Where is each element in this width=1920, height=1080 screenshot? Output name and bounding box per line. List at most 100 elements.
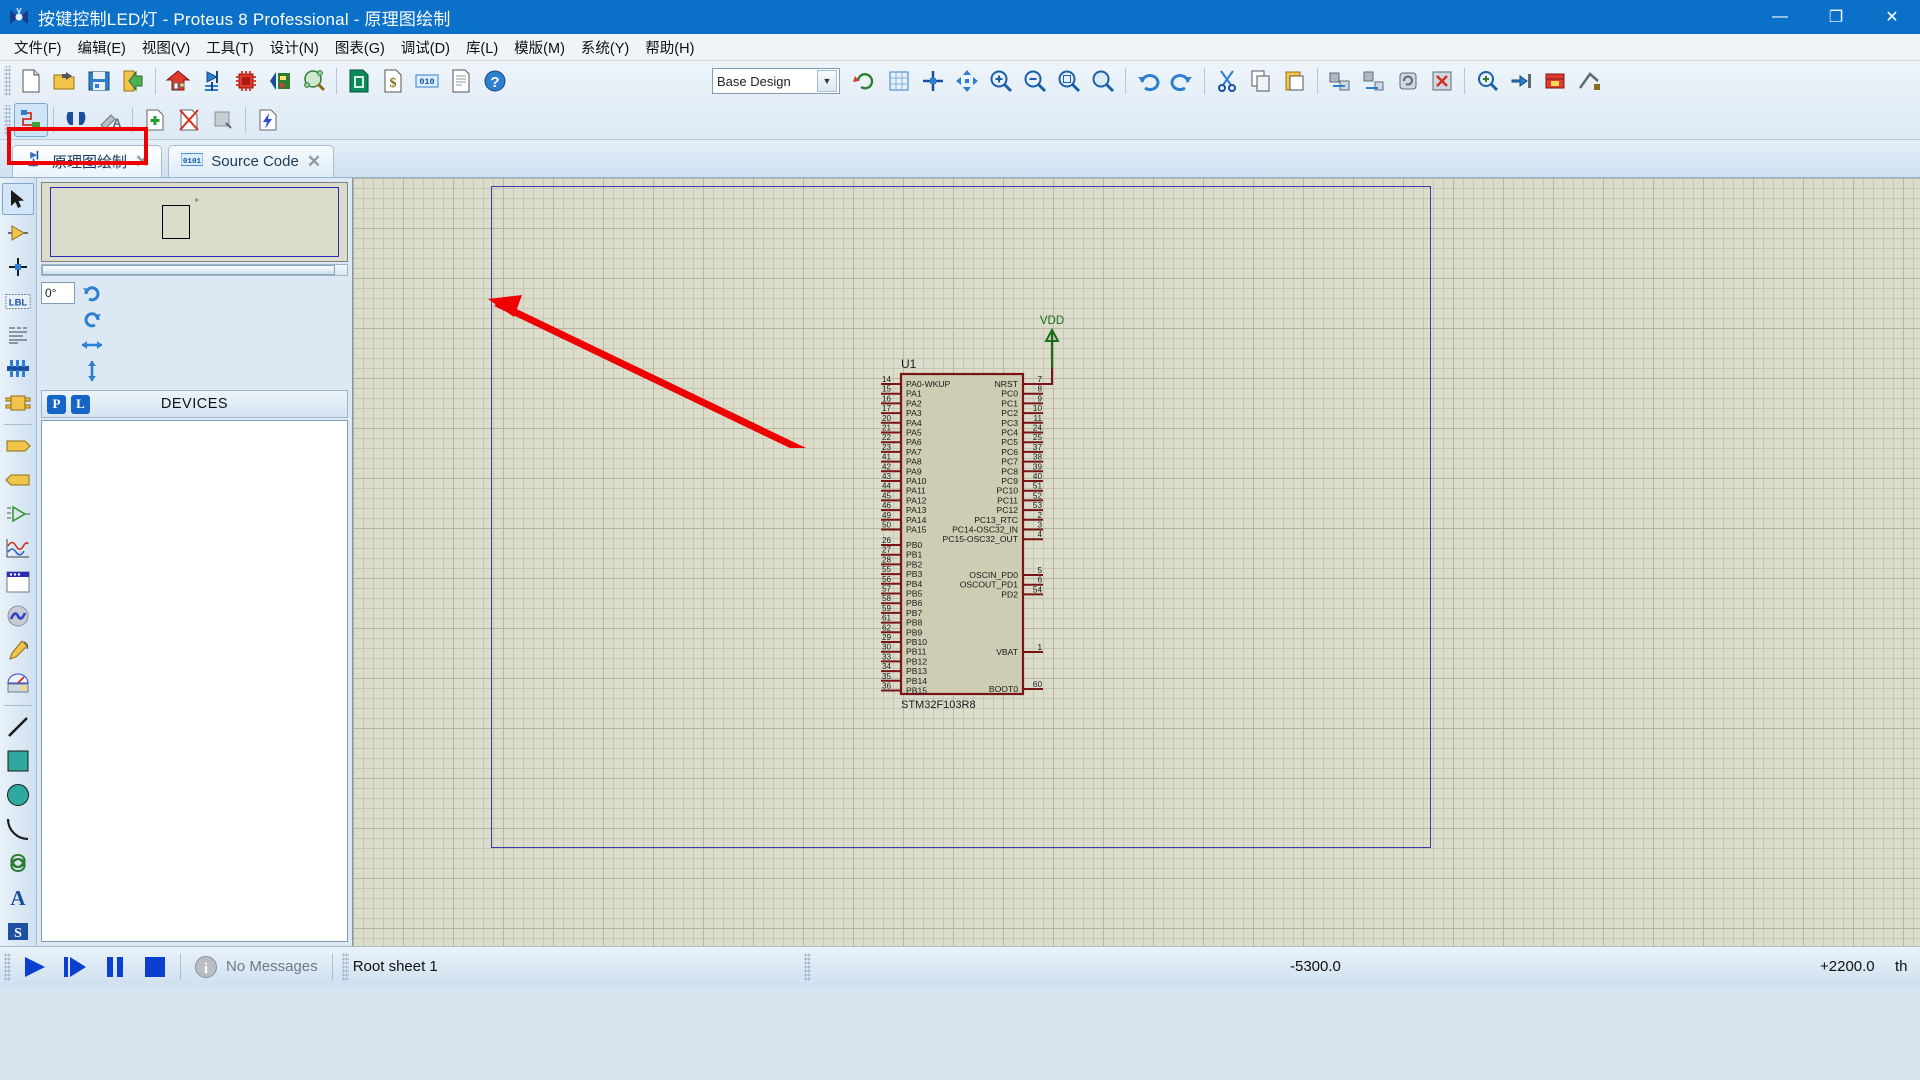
- voltage-probe-icon[interactable]: [2, 600, 34, 632]
- bus-mode-icon[interactable]: [2, 353, 34, 385]
- project-notes-icon[interactable]: [444, 64, 478, 98]
- origin-icon[interactable]: [916, 64, 950, 98]
- home-page-icon[interactable]: [161, 64, 195, 98]
- zoom-out-icon[interactable]: [1018, 64, 1052, 98]
- chevron-down-icon[interactable]: ▼: [817, 70, 837, 92]
- play-icon[interactable]: [15, 950, 55, 984]
- menu-library[interactable]: 库(L): [458, 34, 506, 61]
- rotate-counterclockwise-icon[interactable]: [79, 306, 105, 332]
- junction-dot-icon[interactable]: [2, 251, 34, 283]
- close-button[interactable]: ✕: [1864, 0, 1920, 34]
- mirror-vertical-icon[interactable]: [79, 358, 105, 384]
- packaging-tool-icon[interactable]: [1538, 64, 1572, 98]
- path-tool-icon[interactable]: [2, 847, 34, 879]
- menu-help[interactable]: 帮助(H): [637, 34, 702, 61]
- menu-template[interactable]: 模版(M): [506, 34, 573, 61]
- property-assignment-icon[interactable]: A: [93, 103, 127, 137]
- component-mode-icon[interactable]: [2, 217, 34, 249]
- overview-hscrollbar[interactable]: [41, 264, 348, 276]
- overview-hscrollbar-thumb[interactable]: [42, 265, 335, 275]
- toolbar-grip[interactable]: [4, 105, 11, 135]
- box-tool-icon[interactable]: [2, 745, 34, 777]
- symbol-tool-icon[interactable]: S: [2, 915, 34, 947]
- schematic-capture-icon[interactable]: [195, 64, 229, 98]
- menu-view[interactable]: 视图(V): [134, 34, 198, 61]
- remove-sheet-icon[interactable]: [172, 103, 206, 137]
- billing-icon[interactable]: $: [376, 64, 410, 98]
- pan-icon[interactable]: [950, 64, 984, 98]
- info-icon[interactable]: i: [186, 950, 226, 984]
- grid-toggle-icon[interactable]: [882, 64, 916, 98]
- schematic-drawing[interactable]: VDD U1 STM32F103R8 14 PA0-WKUP15 PA116 PA21…: [353, 178, 1563, 946]
- 3d-visualizer-icon[interactable]: [263, 64, 297, 98]
- wire-label-icon[interactable]: LBL: [2, 285, 34, 317]
- menu-system[interactable]: 系统(Y): [573, 34, 637, 61]
- block-move-icon[interactable]: [1357, 64, 1391, 98]
- graph-mode-icon[interactable]: [2, 498, 34, 530]
- minimize-button[interactable]: —: [1752, 0, 1808, 34]
- tab-schematic[interactable]: 原理图绘制 ✕: [12, 145, 163, 177]
- block-rotate-icon[interactable]: [1391, 64, 1425, 98]
- meter-icon[interactable]: [2, 668, 34, 700]
- statusbar-grip[interactable]: [4, 952, 11, 981]
- devices-list[interactable]: [41, 420, 348, 942]
- statusbar-grip[interactable]: [341, 952, 349, 981]
- menu-graph[interactable]: 图表(G): [327, 34, 393, 61]
- tape-recorder-icon[interactable]: [2, 532, 34, 564]
- rotation-angle-field[interactable]: 0°: [41, 281, 75, 304]
- pick-device-icon[interactable]: [1470, 64, 1504, 98]
- menu-file[interactable]: 文件(F): [6, 34, 70, 61]
- rotate-clockwise-icon[interactable]: [79, 280, 105, 306]
- library-manager-button[interactable]: L: [71, 394, 90, 414]
- exit-sheet-icon[interactable]: [206, 103, 240, 137]
- subcircuit-icon[interactable]: [2, 387, 34, 419]
- schematic-canvas[interactable]: VDD U1 STM32F103R8 14 PA0-WKUP 15 PA1 16 PA2 1…: [353, 178, 1920, 946]
- tab-source-code-close-icon[interactable]: ✕: [307, 152, 321, 172]
- make-device-icon[interactable]: [1504, 64, 1538, 98]
- tab-schematic-close-icon[interactable]: ✕: [135, 152, 149, 172]
- mirror-horizontal-icon[interactable]: [79, 332, 105, 358]
- design-explorer2-icon[interactable]: [251, 103, 285, 137]
- step-icon[interactable]: [55, 950, 95, 984]
- new-project-icon[interactable]: [14, 64, 48, 98]
- source-code-icon[interactable]: 010: [410, 64, 444, 98]
- copy-icon[interactable]: [1244, 64, 1278, 98]
- zoom-in-icon[interactable]: [984, 64, 1018, 98]
- virtual-instruments-icon[interactable]: [2, 634, 34, 666]
- overview-panel[interactable]: ⁺: [41, 182, 348, 262]
- undo-icon[interactable]: [1131, 64, 1165, 98]
- stop-icon[interactable]: [135, 950, 175, 984]
- tab-source-code[interactable]: 0101 Source Code ✕: [168, 145, 335, 177]
- selection-mode-icon[interactable]: [2, 183, 34, 215]
- pick-from-libraries-button[interactable]: P: [47, 394, 66, 414]
- design-explorer-icon[interactable]: [297, 64, 331, 98]
- menu-edit[interactable]: 编辑(E): [70, 34, 134, 61]
- pause-icon[interactable]: [95, 950, 135, 984]
- zoom-area-icon[interactable]: [1052, 64, 1086, 98]
- pcb-layout-icon[interactable]: [229, 64, 263, 98]
- search-tag-icon[interactable]: [59, 103, 93, 137]
- decompose-icon[interactable]: [1572, 64, 1606, 98]
- design-selector[interactable]: Base Design ▼: [712, 68, 840, 94]
- menu-tools[interactable]: 工具(T): [198, 34, 262, 61]
- circle-tool-icon[interactable]: [2, 779, 34, 811]
- arc-tool-icon[interactable]: [2, 813, 34, 845]
- line-tool-icon[interactable]: [2, 711, 34, 743]
- generator-mode-icon[interactable]: [2, 566, 34, 598]
- refresh-icon[interactable]: [848, 64, 882, 98]
- menu-debug[interactable]: 调试(D): [393, 34, 458, 61]
- maximize-button[interactable]: ❐: [1808, 0, 1864, 34]
- wire-auto-router-icon[interactable]: [14, 103, 48, 137]
- new-sheet-icon[interactable]: [138, 103, 172, 137]
- terminals-mode-icon[interactable]: [2, 430, 34, 462]
- cut-icon[interactable]: [1210, 64, 1244, 98]
- text-tool-icon[interactable]: A: [2, 881, 34, 913]
- open-project-icon[interactable]: [48, 64, 82, 98]
- save-project-icon[interactable]: [82, 64, 116, 98]
- toolbar-grip[interactable]: [4, 66, 11, 96]
- block-copy-icon[interactable]: [1323, 64, 1357, 98]
- import-export-icon[interactable]: [116, 64, 150, 98]
- menu-design[interactable]: 设计(N): [262, 34, 327, 61]
- device-pins-icon[interactable]: [2, 464, 34, 496]
- statusbar-grip[interactable]: [804, 952, 811, 981]
